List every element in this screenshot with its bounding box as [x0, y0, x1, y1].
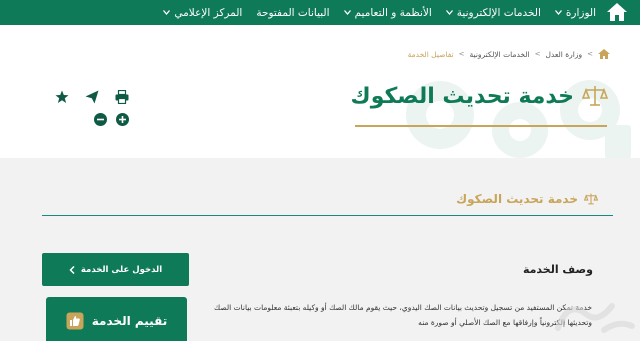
page-header: > وزارة العدل > الخدمات الإلكترونية > تف… [0, 25, 640, 158]
chevron-down-icon [445, 10, 453, 15]
breadcrumb-item-ministry[interactable]: وزارة العدل [545, 50, 582, 59]
star-icon[interactable] [54, 89, 70, 105]
breadcrumb-item-eservices[interactable]: الخدمات الإلكترونية [470, 50, 530, 59]
nav-item-label: المركز الإعلامي [174, 6, 243, 19]
home-icon[interactable] [606, 2, 628, 22]
nav-menu: الوزارة الخدمات الإلكترونية الأنظمة و التع… [163, 0, 596, 25]
nav-item-label: الأنظمة و التعاميم [354, 6, 432, 19]
nav-item-2[interactable]: الأنظمة و التعاميم [343, 6, 432, 19]
section-scales-icon [584, 193, 598, 205]
section-header: خدمة تحديث الصكوك [456, 192, 598, 206]
scales-icon [582, 86, 608, 106]
breadcrumb-separator: > [458, 50, 465, 58]
zoom-out-icon[interactable] [92, 111, 108, 127]
nav-item-label: البيانات المفتوحة [256, 6, 330, 19]
breadcrumb: > وزارة العدل > الخدمات الإلكترونية > تف… [408, 49, 610, 59]
watermark-logo [555, 303, 635, 333]
send-icon[interactable] [84, 89, 100, 105]
description-text: خدمة تمكن المستفيد من تسجيل وتحديث بيانا… [214, 303, 592, 327]
rate-service-button[interactable]: تقييم الخدمة [46, 297, 187, 341]
enter-service-button[interactable]: الدخول على الخدمة [42, 253, 189, 286]
chevron-down-icon [554, 10, 562, 15]
nav-item-label: الخدمات الإلكترونية [456, 6, 541, 19]
nav-item-0[interactable]: الوزارة [554, 6, 596, 19]
breadcrumb-home-icon[interactable] [598, 49, 610, 59]
nav-item-3[interactable]: البيانات المفتوحة [256, 7, 329, 19]
enter-service-label: الدخول على الخدمة [80, 264, 163, 275]
title-underline [355, 125, 607, 127]
breadcrumb-separator: > [587, 50, 593, 58]
nav-item-label: الوزارة [565, 6, 596, 19]
chevron-left-icon [69, 265, 75, 274]
zoom-in-icon[interactable] [114, 111, 130, 127]
page-title-row: خدمة تحديث الصكوك [351, 83, 608, 109]
nav-item-1[interactable]: الخدمات الإلكترونية [445, 6, 541, 19]
thumbs-up-icon [66, 312, 84, 330]
chevron-down-icon [163, 10, 171, 15]
page-tools [54, 89, 134, 129]
print-icon[interactable] [114, 89, 130, 105]
section-divider [42, 215, 613, 216]
description-heading: وصف الخدمة [522, 263, 593, 276]
rate-service-label: تقييم الخدمة [91, 314, 168, 328]
nav-item-4[interactable]: المركز الإعلامي [163, 7, 242, 19]
top-navigation: الوزارة الخدمات الإلكترونية الأنظمة و التع… [0, 0, 640, 25]
breadcrumb-separator: > [534, 50, 541, 58]
breadcrumb-current: تفاصيل الخدمة [407, 49, 454, 59]
chevron-down-icon [343, 10, 351, 15]
page-title: خدمة تحديث الصكوك [350, 83, 574, 109]
section-title: خدمة تحديث الصكوك [456, 192, 578, 206]
